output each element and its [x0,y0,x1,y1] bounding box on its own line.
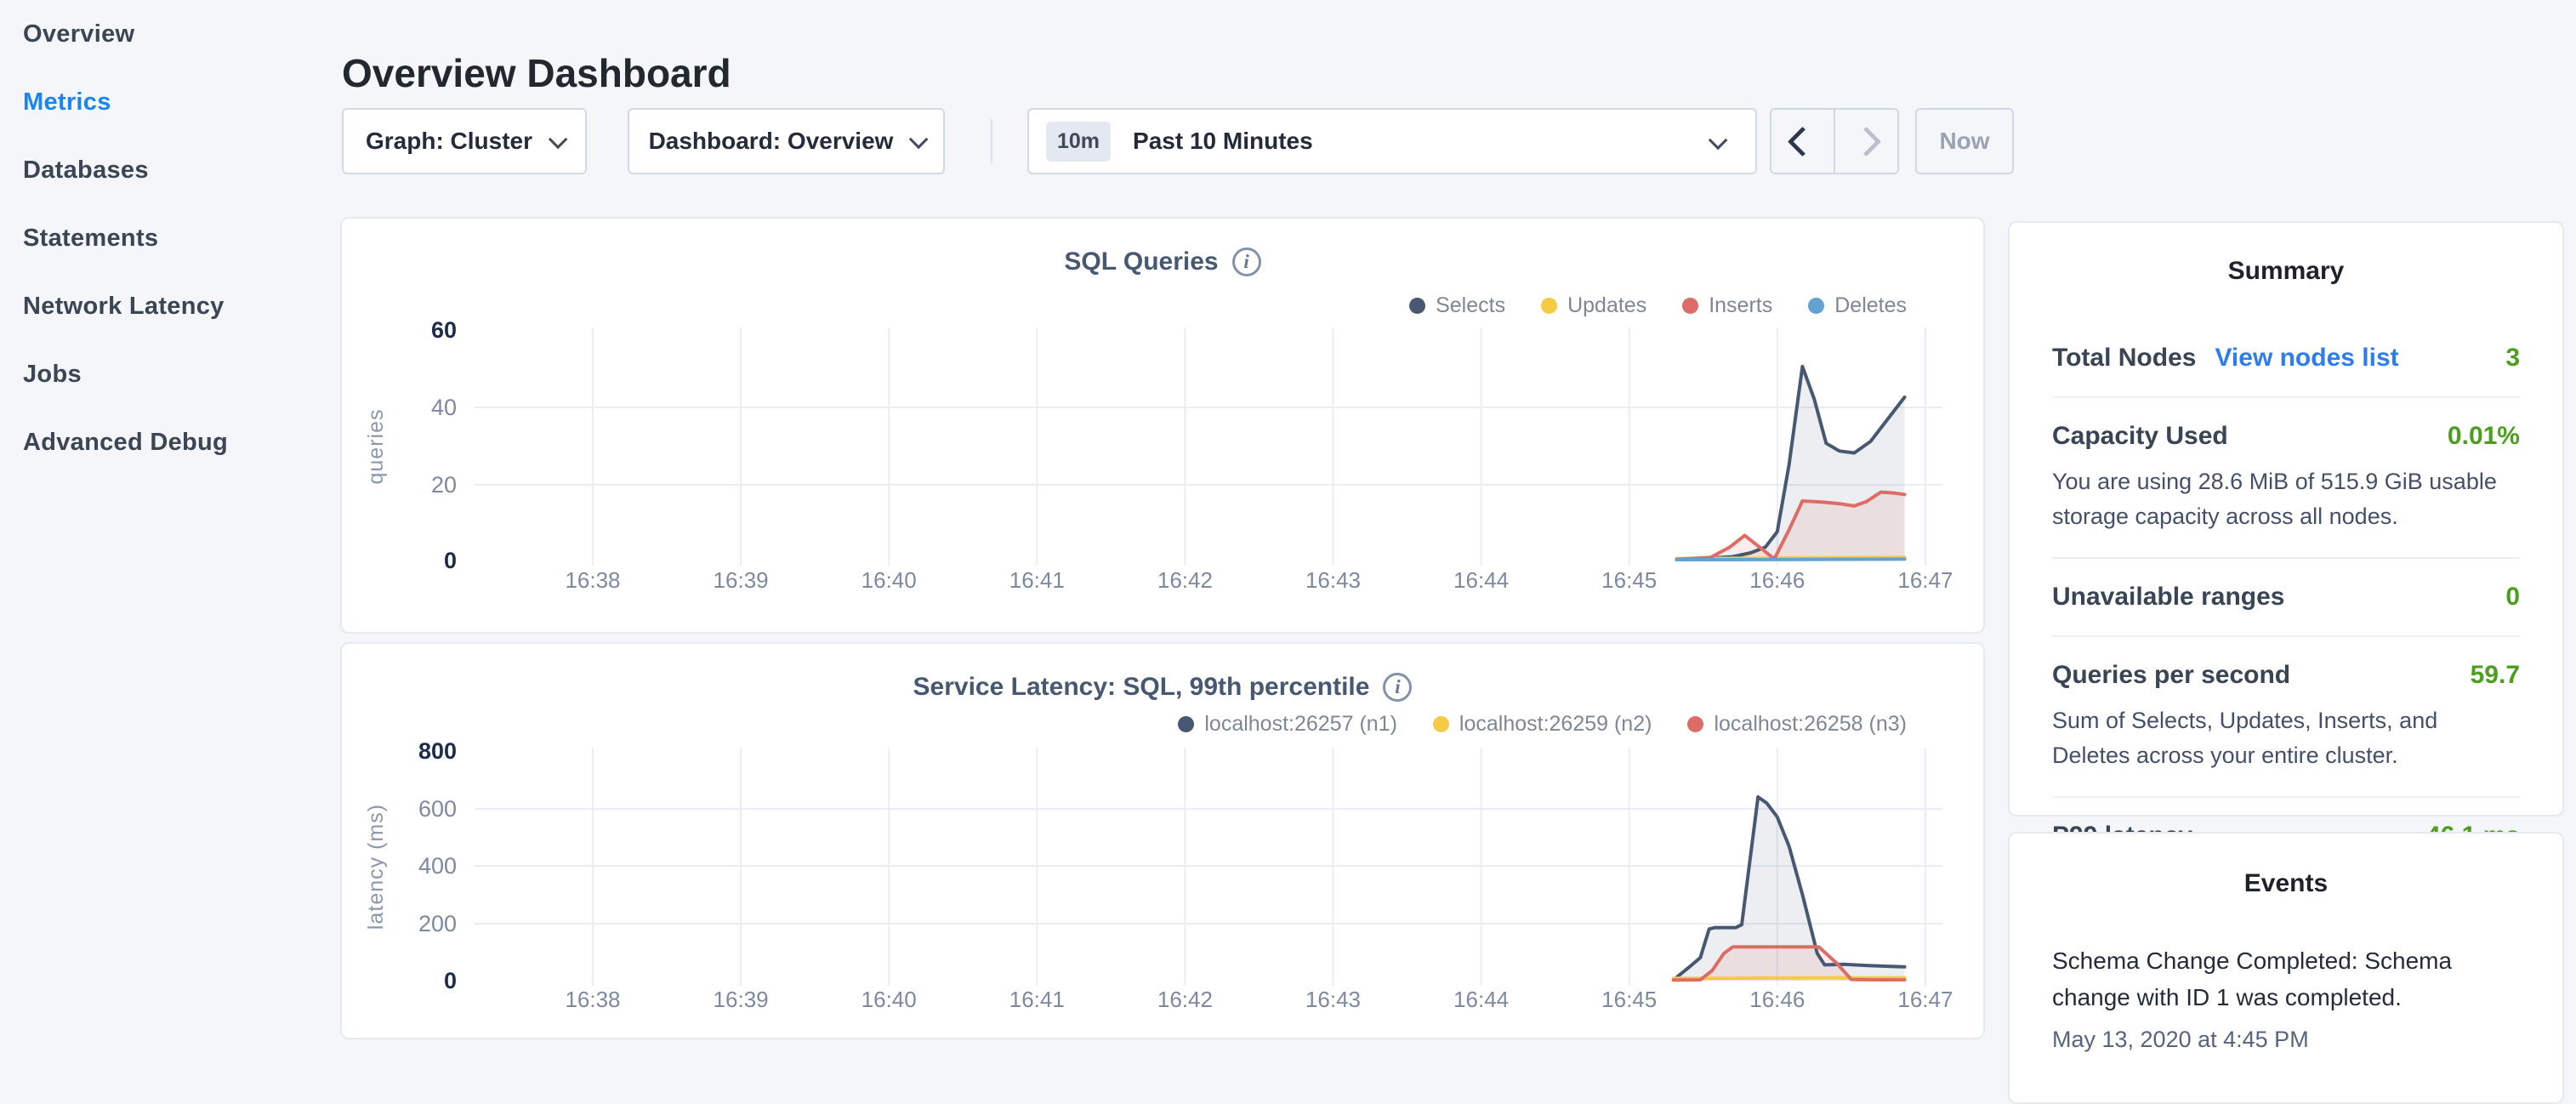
x-tick-label: 16:44 [1453,987,1509,1012]
chevron-down-icon [1709,131,1728,151]
y-tick-label: 400 [418,853,457,879]
dashboard-label: Dashboard: Overview [649,128,894,155]
events-panel: Events Schema Change Completed: Schema c… [2008,832,2564,1104]
x-tick-label: 16:38 [565,987,620,1012]
graph-scope-dropdown[interactable]: Graph: Cluster [342,108,587,174]
y-tick-label: 800 [418,738,457,764]
y-tick-label: 200 [418,911,457,936]
time-range-dropdown[interactable]: 10m Past 10 Minutes [1027,108,1757,174]
dashboard-dropdown[interactable]: Dashboard: Overview [628,108,945,174]
summary-row-value: 0.01% [2448,422,2520,451]
page-title: Overview Dashboard [342,50,731,96]
x-tick-label: 16:39 [714,567,769,593]
summary-row-label: Unavailable ranges [2052,583,2284,612]
graph-scope-label: Graph: Cluster [366,128,532,155]
time-prev-button[interactable] [1771,110,1834,173]
y-tick-label: 0 [444,968,457,993]
x-tick-label: 16:45 [1601,987,1657,1012]
sql-queries-chart-card: SQL Queries i SelectsUpdatesInsertsDelet… [340,217,1985,634]
x-tick-label: 16:45 [1601,567,1657,593]
sidebar-nav-list: OverviewMetricsDatabasesStatementsNetwor… [0,0,340,476]
x-tick-label: 16:43 [1305,987,1361,1012]
summary-row-description: You are using 28.6 MiB of 515.9 GiB usab… [2052,464,2520,533]
sidebar-item-metrics[interactable]: Metrics [0,68,340,136]
x-tick-label: 16:40 [862,567,917,593]
sidebar-item-jobs[interactable]: Jobs [0,340,340,408]
sidebar: OverviewMetricsDatabasesStatementsNetwor… [0,0,340,1051]
x-tick-label: 16:47 [1897,567,1953,593]
x-tick-label: 16:42 [1157,987,1213,1012]
x-tick-label: 16:42 [1157,567,1213,593]
sidebar-item-network-latency[interactable]: Network Latency [0,272,340,340]
sidebar-item-statements[interactable]: Statements [0,204,340,272]
y-axis-unit-label: latency (ms) [364,804,388,930]
series-line-deletes [1676,559,1904,560]
sidebar-item-advanced-debug[interactable]: Advanced Debug [0,408,340,476]
chevron-down-icon [909,130,929,150]
summary-row-value: 59.7 [2471,661,2520,690]
x-tick-label: 16:41 [1009,567,1065,593]
y-tick-label: 40 [431,395,457,420]
x-tick-label: 16:38 [565,567,620,593]
now-button[interactable]: Now [1915,108,2014,174]
service-latency-chart: 16:38 16:39 16:40 16:41 16:42 16:43 16:44 16:45… [342,644,1987,1041]
y-tick-label: 60 [431,317,457,343]
summary-title: Summary [2052,257,2520,286]
event-message: Schema Change Completed: Schema change w… [2052,942,2520,1016]
summary-panel: Summary Total Nodes View nodes list 3 Capac… [2008,221,2564,817]
x-tick-label: 16:39 [714,987,769,1012]
x-tick-label: 16:41 [1009,987,1065,1012]
summary-row: Unavailable ranges 0 [2052,557,2520,635]
y-axis-unit-label: queries [364,409,388,485]
summary-row-label: Total Nodes [2052,344,2196,373]
x-tick-label: 16:40 [862,987,917,1012]
time-range-badge: 10m [1046,122,1111,162]
sidebar-item-overview[interactable]: Overview [0,0,340,68]
x-tick-label: 16:46 [1749,987,1805,1012]
chevron-down-icon [549,130,568,150]
summary-row-label: Capacity Used [2052,422,2228,451]
summary-row-label: Queries per second [2052,661,2290,690]
service-latency-chart-card: Service Latency: SQL, 99th percentile i … [340,642,1985,1039]
summary-row: Total Nodes View nodes list 3 [2052,320,2520,396]
chevron-left-icon [1788,126,1817,156]
summary-row: Capacity Used 0.01% You are using 28.6 MiB… [2052,396,2520,557]
summary-rows: Total Nodes View nodes list 3 Capacity Used… [2052,320,2520,874]
summary-row-description: Sum of Selects, Updates, Inserts, and De… [2052,703,2520,772]
chevron-right-icon [1851,126,1881,156]
y-tick-label: 0 [444,548,457,573]
sql-queries-chart: 16:38 16:39 16:40 16:41 16:42 16:43 16:44 16:45… [342,219,1987,635]
time-next-button[interactable] [1834,110,1897,173]
y-tick-label: 600 [418,796,457,822]
x-tick-label: 16:46 [1749,567,1805,593]
event-timestamp: May 13, 2020 at 4:45 PM [2052,1027,2520,1053]
view-nodes-list-link[interactable]: View nodes list [2215,344,2398,373]
events-title: Events [2052,869,2520,898]
time-pager [1770,108,1899,174]
summary-row-value: 3 [2505,344,2520,373]
events-list: Schema Change Completed: Schema change w… [2052,942,2520,1053]
x-tick-label: 16:47 [1897,987,1953,1012]
summary-row: Queries per second 59.7 Sum of Selects, Up… [2052,635,2520,796]
x-tick-label: 16:43 [1305,567,1361,593]
controls-divider [991,119,992,163]
x-tick-label: 16:44 [1453,567,1509,593]
sidebar-item-databases[interactable]: Databases [0,136,340,204]
y-tick-label: 20 [431,472,457,498]
time-range-label: Past 10 Minutes [1133,128,1313,155]
summary-row-value: 0 [2505,583,2520,612]
